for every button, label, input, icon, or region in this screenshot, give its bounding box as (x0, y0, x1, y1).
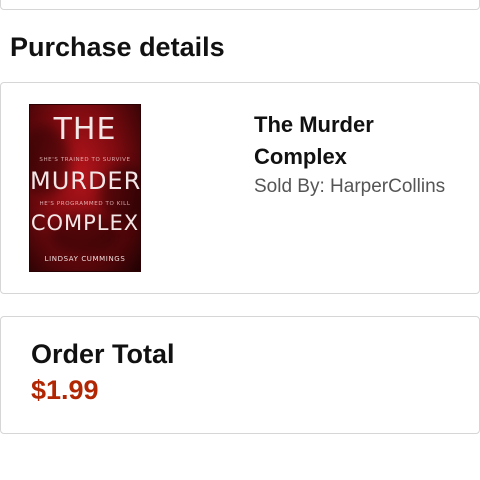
purchase-item-card[interactable]: THE SHE'S TRAINED TO SURVIVE MURDER HE'S… (0, 82, 480, 294)
previous-card (0, 0, 480, 10)
cover-title-line-3: COMPLEX (30, 211, 140, 235)
purchase-details-page: Purchase details THE SHE'S TRAINED TO SU… (0, 0, 480, 480)
order-total-card: Order Total $1.99 (0, 316, 480, 434)
item-title-link[interactable]: The Murder Complex (254, 109, 464, 173)
cover-title-line-1: THE (53, 112, 117, 147)
order-total-label: Order Total (31, 339, 175, 369)
book-cover-image[interactable]: THE SHE'S TRAINED TO SURVIVE MURDER HE'S… (30, 105, 140, 271)
cover-title-line-2: MURDER (30, 167, 140, 195)
section-title: Purchase details (10, 32, 225, 62)
cover-tagline-1: SHE'S TRAINED TO SURVIVE (39, 157, 131, 163)
cover-author: LINDSAY CUMMINGS (44, 255, 126, 263)
cover-tagline-2: HE'S PROGRAMMED TO KILL (39, 201, 131, 207)
order-total-value: $1.99 (31, 375, 99, 405)
item-seller: Sold By: HarperCollins (254, 176, 446, 197)
